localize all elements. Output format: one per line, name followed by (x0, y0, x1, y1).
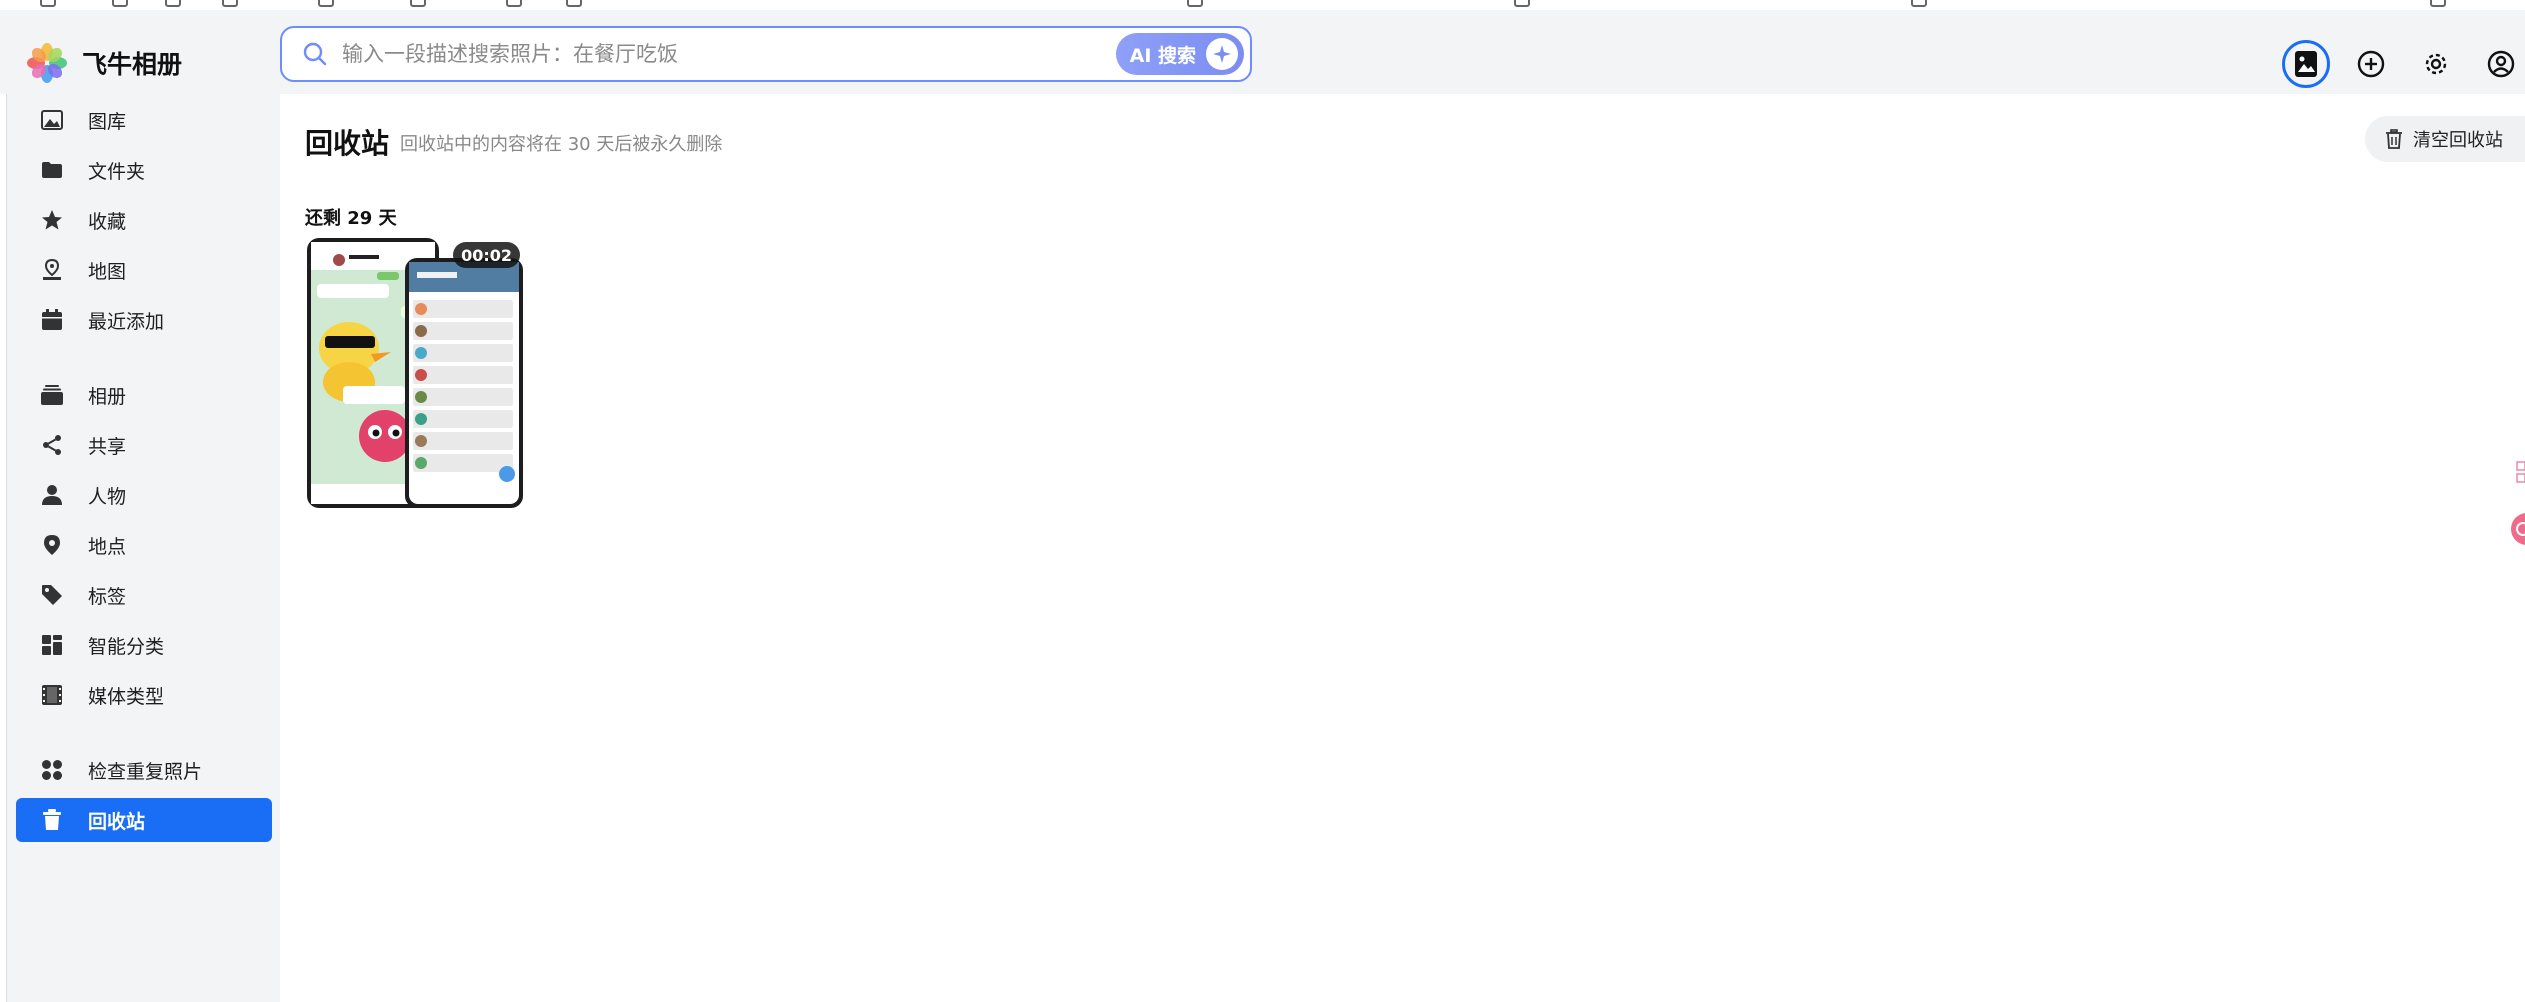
sidebar-item-trash[interactable]: 回收站 (16, 798, 272, 842)
brand[interactable]: 飞牛相册 (26, 42, 182, 84)
sidebar-item-label: 最近添加 (88, 310, 165, 333)
sidebar-item-albums[interactable]: 相册 (16, 373, 272, 417)
sidebar-item-media-type[interactable]: 媒体类型 (16, 673, 272, 717)
sidebar-item-duplicates[interactable]: 检查重复照片 (16, 748, 272, 792)
calendar-icon (40, 308, 64, 332)
bookmark-item[interactable] (112, 0, 128, 8)
duplicate-icon (40, 758, 64, 782)
trash-outline-icon (2386, 129, 2402, 149)
sidebar-item-places[interactable]: 地点 (16, 523, 272, 567)
film-icon (40, 683, 64, 707)
media-thumbnail[interactable]: 00:02 (305, 236, 526, 511)
sidebar-item-label: 地点 (88, 535, 127, 558)
star-icon (40, 208, 64, 232)
sidebar-item-smart-category[interactable]: 智能分类 (16, 623, 272, 667)
video-preview-image (307, 238, 523, 508)
ai-search-button[interactable]: AI 搜索 (1115, 33, 1244, 75)
sidebar-item-label: 图库 (88, 110, 127, 133)
photo-upload-icon (2295, 51, 2317, 77)
tag-icon (40, 583, 64, 607)
sidebar-item-label: 地图 (88, 260, 127, 283)
person-icon (40, 483, 64, 507)
search-icon (303, 42, 327, 66)
sidebar-item-label: 回收站 (88, 810, 146, 833)
page-title: 回收站 (305, 127, 390, 160)
sidebar-item-label: 人物 (88, 485, 127, 508)
sidebar-item-favorites[interactable]: 收藏 (16, 198, 272, 242)
location-icon (40, 533, 64, 557)
sidebar-item-label: 标签 (88, 585, 127, 608)
sidebar-item-people[interactable]: 人物 (16, 473, 272, 517)
sparkle-icon (1206, 38, 1238, 70)
bookmark-item[interactable] (506, 0, 522, 8)
bookmark-item[interactable] (1911, 0, 1927, 8)
grid-category-icon (40, 633, 64, 657)
sidebar-item-folders[interactable]: 文件夹 (16, 148, 272, 192)
sidebar-item-label: 检查重复照片 (88, 760, 203, 783)
sidebar-item-label: 共享 (88, 435, 127, 458)
app-logo-icon (27, 43, 67, 83)
app-name: 飞牛相册 (82, 50, 183, 79)
folder-icon (40, 158, 64, 182)
group-days-left: 还剩 29 天 (305, 208, 397, 229)
ai-search-label: AI 搜索 (1129, 44, 1196, 67)
bookmark-bar (0, 0, 2525, 10)
user-circle-icon (2487, 50, 2515, 78)
bookmark-item[interactable] (222, 0, 238, 8)
sidebar-item-tags[interactable]: 标签 (16, 573, 272, 617)
map-pin-icon (40, 258, 64, 282)
floating-widget-icon[interactable] (2515, 458, 2525, 488)
top-actions (2265, 40, 2525, 88)
sidebar: 图库 文件夹 收藏 地图 最近添加 相册 共享 人物 地点 标签 智能分类 媒体… (6, 94, 280, 1002)
bookmark-item[interactable] (2430, 0, 2446, 8)
sidebar-item-recent[interactable]: 最近添加 (16, 298, 272, 342)
top-bar: 飞牛相册 AI 搜索 (0, 10, 2525, 94)
bookmark-item[interactable] (1187, 0, 1203, 8)
photo-upload-button[interactable] (2282, 40, 2330, 88)
gear-icon (2425, 53, 2447, 75)
image-icon (40, 108, 64, 132)
bookmark-item[interactable] (165, 0, 181, 8)
bookmark-item[interactable] (566, 0, 582, 8)
page-subtitle: 回收站中的内容将在 30 天后被永久删除 (400, 134, 723, 155)
search-bar: AI 搜索 (280, 26, 1252, 82)
sidebar-item-map[interactable]: 地图 (16, 248, 272, 292)
album-stack-icon (40, 383, 64, 407)
settings-button[interactable] (2412, 40, 2460, 88)
trash-icon (40, 808, 64, 832)
sidebar-item-label: 智能分类 (88, 635, 165, 658)
empty-trash-button[interactable]: 清空回收站 (2365, 116, 2525, 162)
main-content: 回收站 回收站中的内容将在 30 天后被永久删除 清空回收站 还剩 29 天 0… (280, 94, 2525, 1002)
account-button[interactable] (2477, 40, 2525, 88)
bookmark-item[interactable] (410, 0, 426, 8)
video-duration-badge: 00:02 (453, 242, 520, 268)
bookmark-item[interactable] (318, 0, 334, 8)
app-window: 飞牛相册 AI 搜索 (0, 0, 2525, 1002)
sidebar-item-shared[interactable]: 共享 (16, 423, 272, 467)
empty-trash-label: 清空回收站 (2413, 130, 2503, 151)
plus-circle-icon (2357, 50, 2385, 78)
add-button[interactable] (2347, 40, 2395, 88)
bookmark-item[interactable] (1514, 0, 1530, 8)
search-input[interactable] (342, 42, 1116, 66)
share-icon (40, 433, 64, 457)
sidebar-item-gallery[interactable]: 图库 (16, 98, 272, 142)
sidebar-item-label: 文件夹 (88, 160, 146, 183)
sidebar-item-label: 相册 (88, 385, 127, 408)
bookmark-item[interactable] (40, 0, 56, 8)
floating-assistant-icon[interactable] (2509, 511, 2525, 547)
sidebar-item-label: 收藏 (88, 210, 127, 233)
sidebar-item-label: 媒体类型 (88, 685, 165, 708)
